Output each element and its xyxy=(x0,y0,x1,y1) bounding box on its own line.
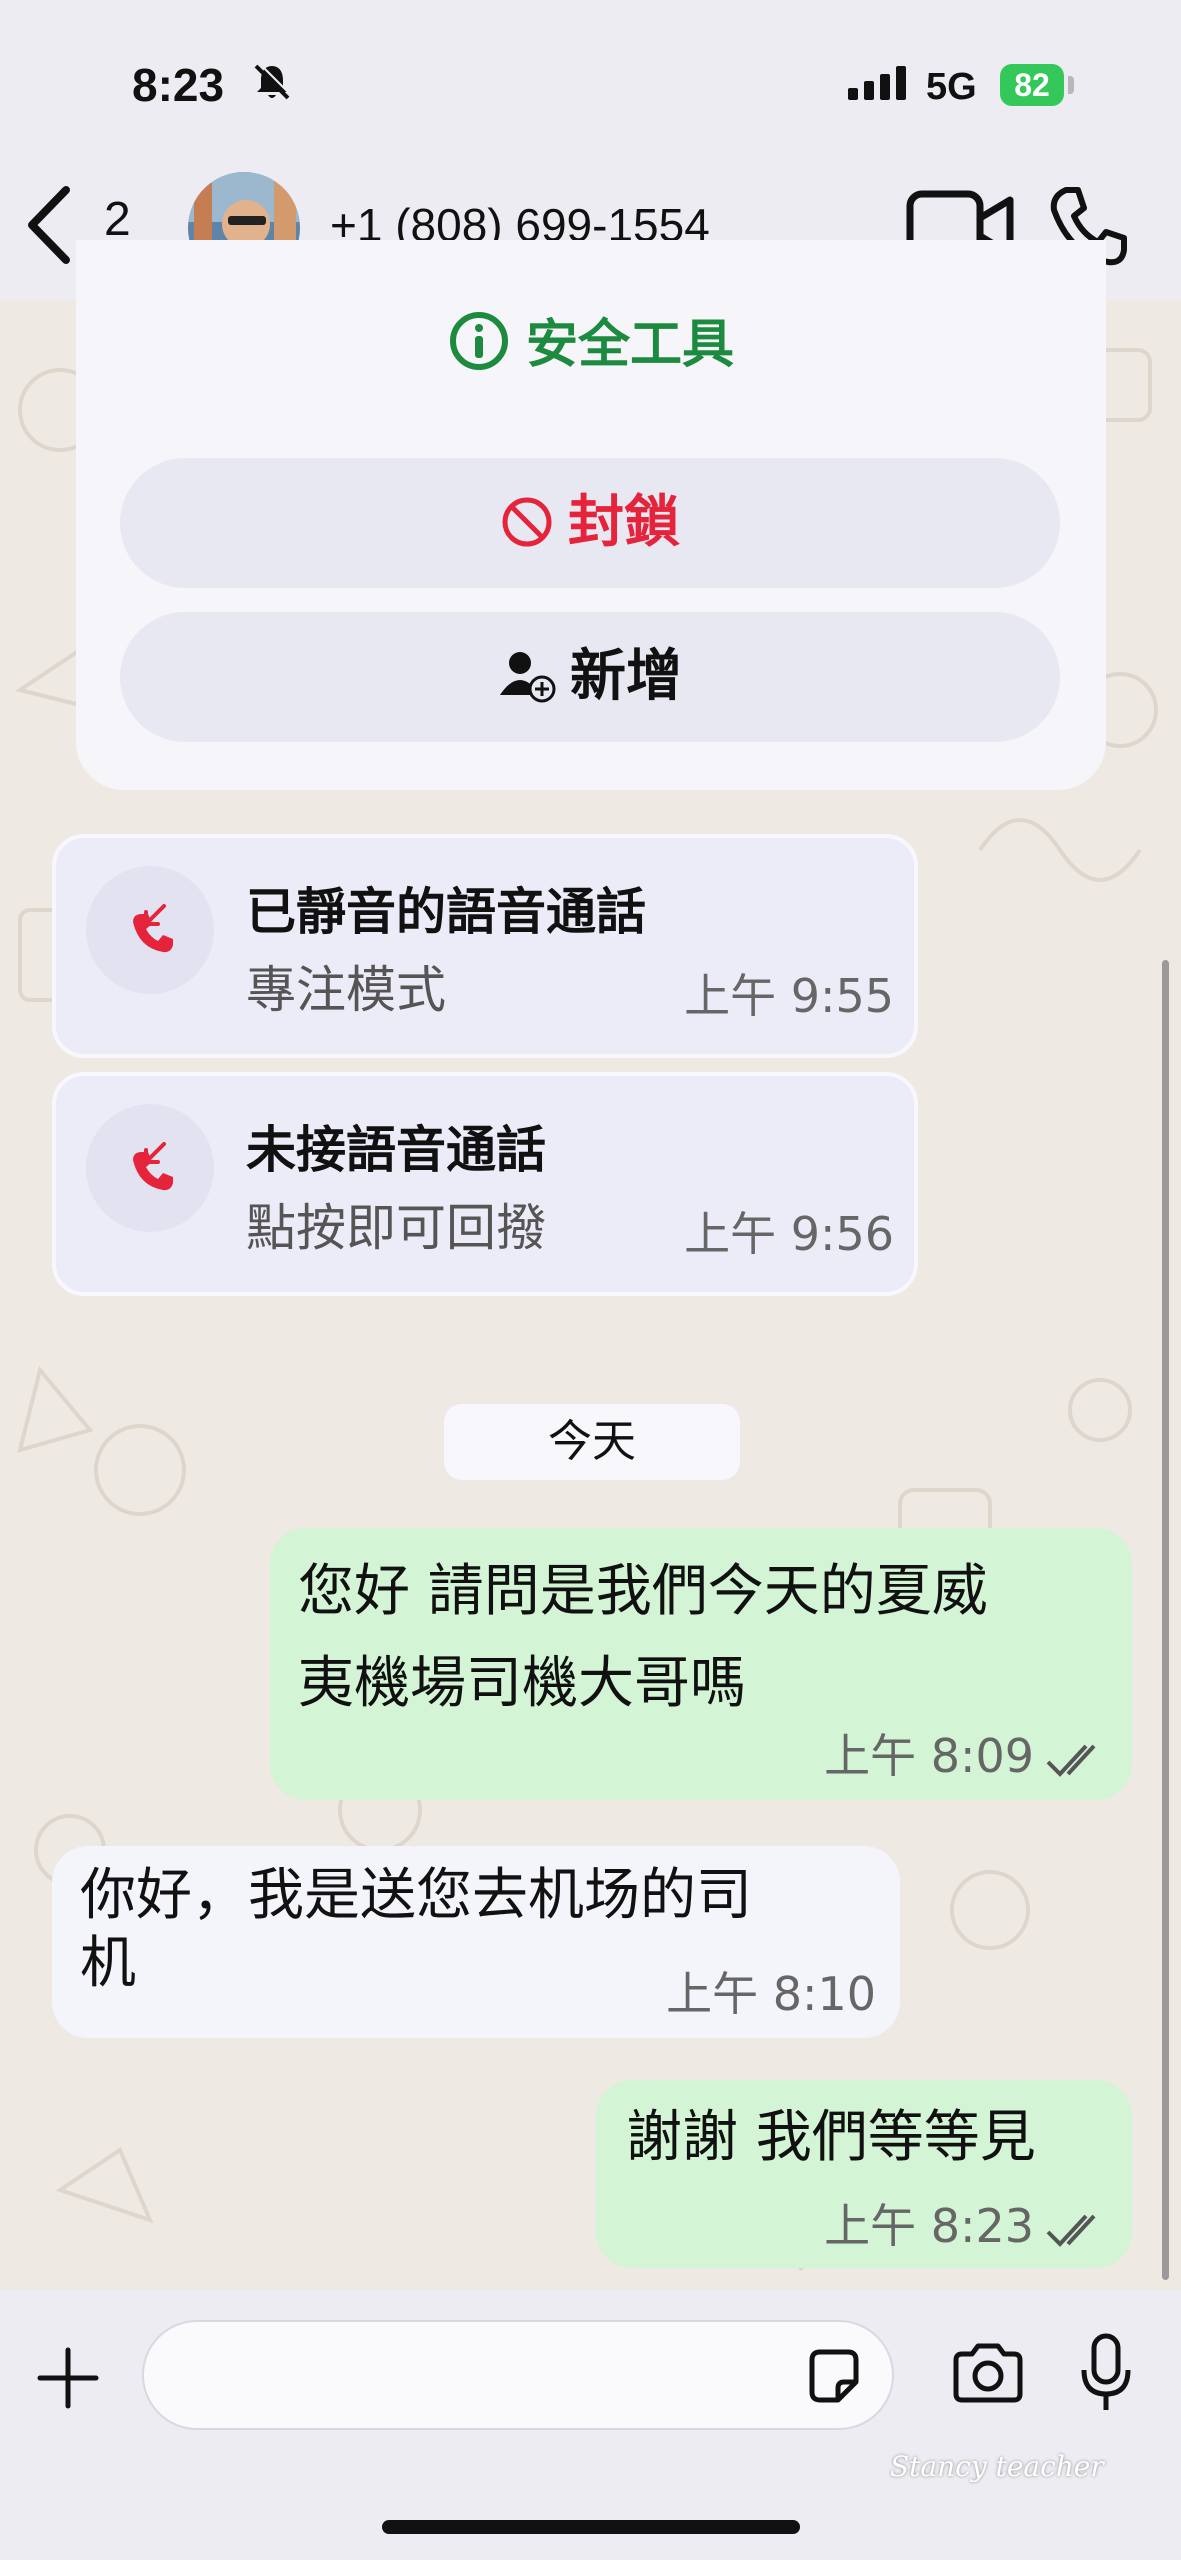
watermark: Stancy teacher xyxy=(890,2450,1104,2483)
call-title: 已靜音的語音通話 xyxy=(246,883,646,941)
plus-icon[interactable] xyxy=(36,2346,100,2410)
message-line: 机 xyxy=(80,1931,136,1996)
add-contact-icon xyxy=(500,652,556,703)
scrollbar[interactable] xyxy=(1162,960,1169,2280)
safety-tools-card: 安全工具 封鎖 新增 xyxy=(76,240,1106,790)
message-bubble-outgoing[interactable]: 您好 請問是我們今天的夏威 夷機場司機大哥嗎 上午 8:09 xyxy=(270,1528,1132,1800)
network-type: 5G xyxy=(926,66,977,108)
add-contact-label: 新增 xyxy=(570,644,682,709)
call-subtitle: 點按即可回撥 xyxy=(246,1199,546,1257)
call-subtitle: 專注模式 xyxy=(246,961,446,1019)
camera-icon[interactable] xyxy=(950,2342,1026,2406)
battery-level: 82 xyxy=(1014,67,1050,103)
message-bubble-incoming[interactable]: 你好，我是送您去机场的司 机 上午 8:10 xyxy=(52,1846,900,2038)
block-label: 封鎖 xyxy=(568,490,680,555)
info-icon xyxy=(449,312,508,370)
microphone-icon[interactable] xyxy=(1076,2332,1136,2416)
safety-tools-label: 安全工具 xyxy=(525,315,734,375)
message-bubble-outgoing[interactable]: 謝謝 我們等等見 上午 8:23 xyxy=(596,2080,1132,2268)
safety-tools-title[interactable]: 安全工具 xyxy=(76,302,1106,377)
silent-bell-icon xyxy=(254,62,292,100)
message-meta: 上午 8:23 xyxy=(824,2190,1108,2256)
battery-tip xyxy=(1068,76,1074,94)
composer-bar: Stancy teacher xyxy=(0,2290,1181,2560)
message-line: 夷機場司機大哥嗎 xyxy=(298,1651,746,1716)
back-chevron-icon[interactable] xyxy=(20,180,80,270)
missed-call-icon xyxy=(86,866,214,994)
block-icon xyxy=(502,497,552,547)
message-time: 上午 8:10 xyxy=(666,1967,876,2021)
message-meta: 上午 8:09 xyxy=(824,1720,1108,1786)
call-time: 上午 9:55 xyxy=(684,969,894,1023)
add-contact-button[interactable]: 新增 xyxy=(120,612,1060,742)
unread-count[interactable]: 2 xyxy=(104,192,131,247)
message-time: 上午 8:09 xyxy=(824,1729,1034,1783)
date-separator: 今天 xyxy=(444,1404,740,1480)
message-line: 你好，我是送您去机场的司 xyxy=(80,1863,752,1928)
call-log-item[interactable]: 已靜音的語音通話 專注模式 上午 9:55 xyxy=(52,834,918,1058)
missed-call-icon xyxy=(86,1104,214,1232)
call-time: 上午 9:56 xyxy=(684,1207,894,1261)
message-input[interactable] xyxy=(142,2320,894,2430)
status-time: 8:23 xyxy=(132,59,225,111)
sticker-icon[interactable] xyxy=(804,2346,864,2406)
read-receipt-icon xyxy=(1046,1744,1096,1777)
home-indicator[interactable] xyxy=(382,2520,800,2534)
cellular-signal-icon xyxy=(848,66,906,100)
status-bar: 8:23 5G 82 xyxy=(0,0,1181,175)
call-title: 未接語音通話 xyxy=(246,1121,546,1179)
battery-indicator: 82 xyxy=(1000,64,1064,106)
read-receipt-icon xyxy=(1046,2214,1096,2247)
message-time: 上午 8:23 xyxy=(824,2199,1034,2253)
message-line: 您好 請問是我們今天的夏威 xyxy=(298,1559,988,1624)
call-log-item[interactable]: 未接語音通話 點按即可回撥 上午 9:56 xyxy=(52,1072,918,1296)
block-button[interactable]: 封鎖 xyxy=(120,458,1060,588)
message-line: 謝謝 我們等等見 xyxy=(626,2105,1036,2170)
